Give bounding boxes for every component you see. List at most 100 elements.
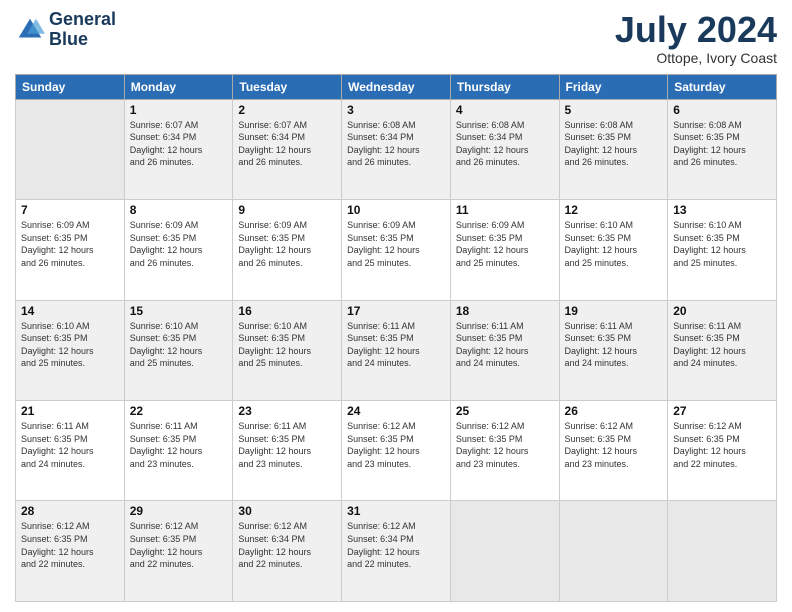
calendar-week-row: 21Sunrise: 6:11 AMSunset: 6:35 PMDayligh…	[16, 401, 777, 501]
weekday-row: SundayMondayTuesdayWednesdayThursdayFrid…	[16, 74, 777, 99]
calendar-cell	[559, 501, 668, 602]
daylight-text: Daylight: 12 hoursand 26 minutes.	[130, 145, 203, 168]
sunset-text: Sunset: 6:35 PM	[238, 333, 305, 343]
day-info: Sunrise: 6:10 AMSunset: 6:35 PMDaylight:…	[565, 219, 663, 269]
sunset-text: Sunset: 6:35 PM	[238, 434, 305, 444]
day-info: Sunrise: 6:11 AMSunset: 6:35 PMDaylight:…	[347, 320, 445, 370]
day-info: Sunrise: 6:09 AM Sunset: 6:35 PM Daylight:…	[347, 219, 445, 269]
weekday-header: Wednesday	[342, 74, 451, 99]
logo-icon	[15, 15, 45, 45]
sunrise-text: Sunrise: 6:12 AM	[238, 521, 307, 531]
calendar-cell: 6 Sunrise: 6:08 AMSunset: 6:35 PMDaylight…	[668, 99, 777, 199]
sunset-text: Sunset: 6:34 PM	[347, 534, 414, 544]
daylight-text: Daylight: 12 hoursand 25 minutes.	[130, 346, 203, 369]
day-info: Sunrise: 6:09 AMSunset: 6:35 PMDaylight:…	[238, 219, 336, 269]
daylight-text: Daylight: 12 hoursand 22 minutes.	[347, 547, 420, 570]
calendar-cell: 17Sunrise: 6:11 AMSunset: 6:35 PMDayligh…	[342, 300, 451, 400]
day-number: 18	[456, 304, 554, 318]
day-info: Sunrise: 6:09 AMSunset: 6:35 PMDaylight:…	[456, 219, 554, 269]
sunrise-text: Sunrise: 6:11 AM	[347, 321, 415, 331]
calendar-cell: 14Sunrise: 6:10 AMSunset: 6:35 PMDayligh…	[16, 300, 125, 400]
weekday-header: Saturday	[668, 74, 777, 99]
day-number: 12	[565, 203, 663, 217]
day-number: 30	[238, 504, 336, 518]
day-info: Sunrise: 6:08 AMSunset: 6:34 PMDaylight:…	[456, 119, 554, 169]
sunrise-text: Sunrise: 6:08 AM	[673, 120, 742, 130]
daylight-text: Daylight: 12 hoursand 22 minutes.	[238, 547, 311, 570]
sunset-text: Sunset: 6:35 PM	[21, 233, 88, 243]
sunset-text: Sunset: 6:35 PM	[347, 434, 414, 444]
daylight-text: Daylight: 12 hoursand 25 minutes.	[673, 245, 746, 268]
day-info: Sunrise: 6:12 AM Sunset: 6:34 PM Daylight:…	[238, 520, 336, 570]
day-info: Sunrise: 6:12 AMSunset: 6:35 PMDaylight:…	[347, 420, 445, 470]
daylight-text: Daylight: 12 hoursand 25 minutes.	[238, 346, 311, 369]
day-number: 2	[238, 103, 336, 117]
daylight-text: Daylight: 12 hoursand 25 minutes.	[456, 245, 529, 268]
day-info: Sunrise: 6:08 AMSunset: 6:35 PMDaylight:…	[673, 119, 771, 169]
sunset-text: Sunset: 6:34 PM	[347, 132, 414, 142]
daylight-text: Daylight: 12 hoursand 26 minutes.	[130, 245, 203, 268]
calendar-cell: 4Sunrise: 6:08 AMSunset: 6:34 PMDaylight…	[450, 99, 559, 199]
calendar-cell: 21Sunrise: 6:11 AMSunset: 6:35 PMDayligh…	[16, 401, 125, 501]
sunset-text: Sunset: 6:35 PM	[347, 233, 414, 243]
calendar-cell: 13Sunrise: 6:10 AMSunset: 6:35 PMDayligh…	[668, 200, 777, 300]
day-info: Sunrise: 6:11 AMSunset: 6:35 PMDaylight:…	[21, 420, 119, 470]
calendar: SundayMondayTuesdayWednesdayThursdayFrid…	[15, 74, 777, 602]
sunrise-text: Sunrise: 6:11 AM	[565, 321, 633, 331]
calendar-cell: 20Sunrise: 6:11 AMSunset: 6:35 PMDayligh…	[668, 300, 777, 400]
day-info: Sunrise: 6:11 AMSunset: 6:35 PMDaylight:…	[565, 320, 663, 370]
calendar-cell: 19 Sunrise: 6:11 AMSunset: 6:35 PMDayligh…	[559, 300, 668, 400]
daylight-text: Daylight: 12 hoursand 22 minutes.	[21, 547, 94, 570]
logo: General Blue	[15, 10, 116, 50]
sunrise-text: Sunrise: 6:11 AM	[238, 421, 306, 431]
sunrise-text: Sunrise: 6:09 AM	[347, 220, 416, 230]
day-number: 24	[347, 404, 445, 418]
calendar-cell: 10 Sunrise: 6:09 AM Sunset: 6:35 PM Dayligh…	[342, 200, 451, 300]
day-number: 5	[565, 103, 663, 117]
day-number: 10	[347, 203, 445, 217]
day-number: 11	[456, 203, 554, 217]
day-number: 15	[130, 304, 228, 318]
day-number: 1	[130, 103, 228, 117]
daylight-text: Daylight: 12 hoursand 26 minutes.	[347, 145, 420, 168]
sunrise-text: Sunrise: 6:09 AM	[130, 220, 199, 230]
daylight-text: Daylight: 12 hoursand 23 minutes.	[347, 446, 420, 469]
daylight-text: Daylight: 12 hoursand 24 minutes.	[673, 346, 746, 369]
day-number: 16	[238, 304, 336, 318]
daylight-text: Daylight: 12 hoursand 22 minutes.	[130, 547, 203, 570]
sunrise-text: Sunrise: 6:11 AM	[21, 421, 89, 431]
day-number: 20	[673, 304, 771, 318]
sunset-text: Sunset: 6:35 PM	[456, 434, 523, 444]
day-number: 26	[565, 404, 663, 418]
day-info: Sunrise: 6:12 AMSunset: 6:35 PMDaylight:…	[565, 420, 663, 470]
daylight-text: Daylight: 12 hoursand 23 minutes.	[130, 446, 203, 469]
weekday-header: Monday	[124, 74, 233, 99]
sunset-text: Sunset: 6:35 PM	[21, 534, 88, 544]
calendar-cell: 9 Sunrise: 6:09 AMSunset: 6:35 PMDaylight…	[233, 200, 342, 300]
calendar-week-row: 7Sunrise: 6:09 AMSunset: 6:35 PMDaylight…	[16, 200, 777, 300]
day-number: 9	[238, 203, 336, 217]
calendar-cell: 11 Sunrise: 6:09 AMSunset: 6:35 PMDayligh…	[450, 200, 559, 300]
day-info: Sunrise: 6:07 AMSunset: 6:34 PMDaylight:…	[238, 119, 336, 169]
weekday-header: Sunday	[16, 74, 125, 99]
sunrise-text: Sunrise: 6:08 AM	[456, 120, 525, 130]
sunset-text: Sunset: 6:35 PM	[130, 233, 197, 243]
daylight-text: Daylight: 12 hoursand 25 minutes.	[347, 245, 420, 268]
day-info: Sunrise: 6:12 AMSunset: 6:35 PMDaylight:…	[456, 420, 554, 470]
calendar-cell: 12 Sunrise: 6:10 AMSunset: 6:35 PMDayligh…	[559, 200, 668, 300]
weekday-header: Tuesday	[233, 74, 342, 99]
sunset-text: Sunset: 6:34 PM	[456, 132, 523, 142]
sunrise-text: Sunrise: 6:08 AM	[347, 120, 416, 130]
sunset-text: Sunset: 6:34 PM	[238, 132, 305, 142]
day-number: 19	[565, 304, 663, 318]
sunrise-text: Sunrise: 6:10 AM	[21, 321, 90, 331]
calendar-cell	[668, 501, 777, 602]
day-number: 28	[21, 504, 119, 518]
calendar-body: 1 Sunrise: 6:07 AMSunset: 6:34 PMDaylight…	[16, 99, 777, 601]
sunset-text: Sunset: 6:34 PM	[238, 534, 305, 544]
sunrise-text: Sunrise: 6:10 AM	[565, 220, 634, 230]
day-number: 6	[673, 103, 771, 117]
sunrise-text: Sunrise: 6:12 AM	[347, 521, 416, 531]
daylight-text: Daylight: 12 hoursand 26 minutes.	[238, 245, 311, 268]
day-info: Sunrise: 6:08 AMSunset: 6:35 PMDaylight:…	[565, 119, 663, 169]
